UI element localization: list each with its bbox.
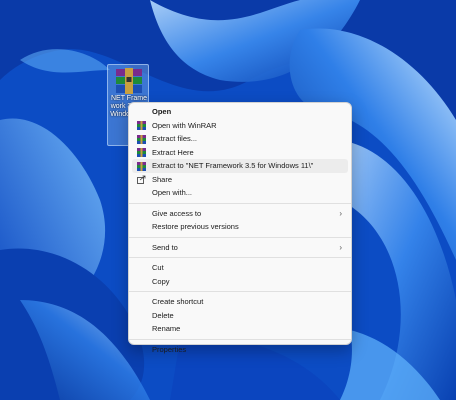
menu-item-label: Extract files...: [152, 134, 198, 144]
menu-item-cut[interactable]: Cut: [132, 261, 348, 275]
menu-item-extract-here[interactable]: Extract Here: [132, 146, 348, 160]
menu-item-label: Create shortcut: [152, 297, 204, 307]
chevron-right-icon: ›: [339, 208, 342, 218]
share-icon: [137, 175, 146, 184]
menu-separator: [129, 257, 351, 258]
menu-item-label: Copy: [152, 276, 170, 286]
menu-item-open[interactable]: Open: [132, 105, 348, 119]
menu-separator: [129, 236, 351, 238]
menu-item-label: Extract Here: [152, 147, 194, 157]
menu-item-open-with[interactable]: Open with...: [132, 186, 348, 200]
menu-separator: [129, 202, 351, 204]
menu-item-open-with-winrar[interactable]: Open with WinRAR: [132, 119, 348, 133]
menu-item-label: Send to: [152, 242, 178, 252]
menu-item-label: Extract to "NET Framework 3.5 for Window…: [152, 161, 314, 171]
winrar-archive-icon: [116, 68, 142, 94]
menu-item-properties[interactable]: Properties: [132, 343, 348, 357]
menu-item-label: Cut: [152, 263, 164, 273]
menu-item-label: Open with...: [152, 188, 193, 198]
menu-item-copy[interactable]: Copy: [132, 275, 348, 289]
context-menu: Open Open with WinRAR Extract files... Extr…: [128, 102, 352, 354]
winrar-icon: [137, 121, 146, 130]
menu-item-label: Properties: [152, 344, 187, 354]
chevron-right-icon: ›: [339, 242, 342, 252]
menu-item-restore-previous-versions[interactable]: Restore previous versions: [132, 220, 348, 234]
winrar-icon: [137, 148, 146, 157]
menu-item-give-access-to[interactable]: Give access to ›: [132, 207, 348, 221]
menu-item-label: Rename: [152, 324, 181, 334]
winrar-icon: [137, 161, 146, 171]
menu-item-extract-files[interactable]: Extract files...: [132, 132, 348, 146]
winrar-icon: [137, 134, 146, 144]
menu-item-share[interactable]: Share: [132, 173, 348, 187]
menu-item-create-shortcut[interactable]: Create shortcut: [132, 295, 348, 309]
menu-item-label: Open: [152, 107, 172, 117]
menu-separator: [129, 291, 351, 292]
menu-item-label: Delete: [152, 310, 174, 320]
menu-item-extract-to-net-framework-3-5-for-windows-11[interactable]: Extract to "NET Framework 3.5 for Window…: [132, 159, 348, 173]
menu-item-delete[interactable]: Delete: [132, 309, 348, 323]
menu-item-label: Restore previous versions: [152, 222, 239, 232]
menu-item-label: Open with WinRAR: [152, 120, 217, 130]
menu-item-send-to[interactable]: Send to ›: [132, 241, 348, 255]
menu-item-rename[interactable]: Rename: [132, 322, 348, 336]
menu-separator: [129, 338, 351, 340]
menu-item-label: Give access to: [152, 208, 202, 218]
menu-item-label: Share: [152, 174, 173, 184]
